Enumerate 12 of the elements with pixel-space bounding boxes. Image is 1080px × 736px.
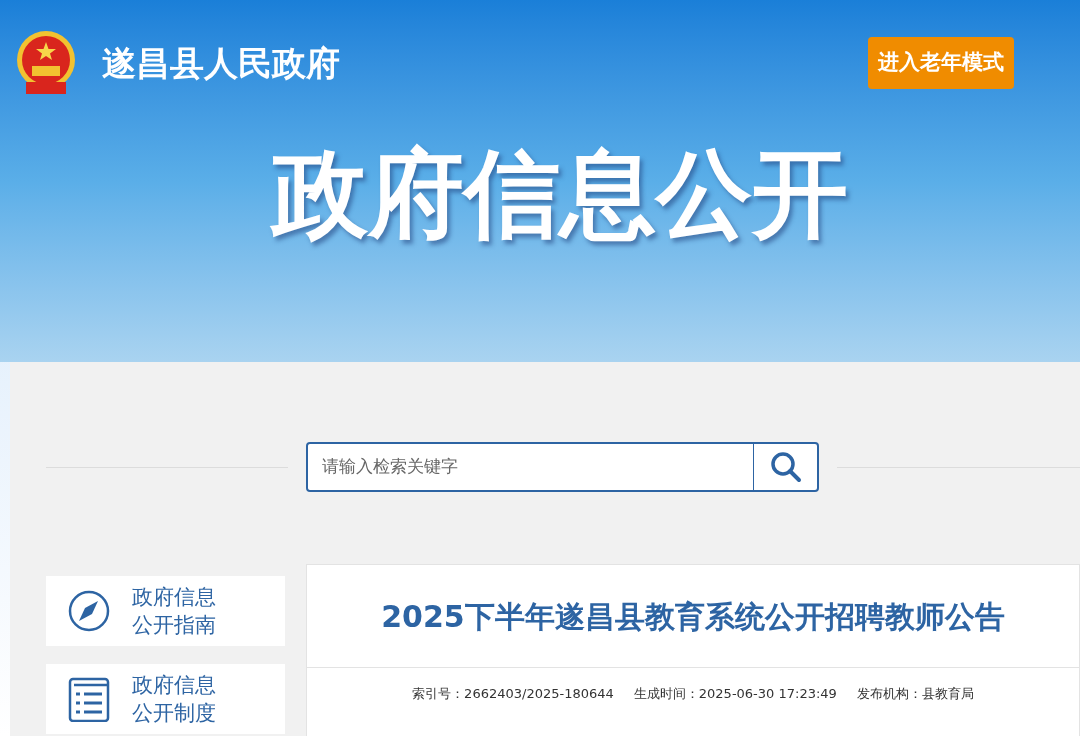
- sidebar-link[interactable]: 政府信息 公开制度: [46, 664, 285, 734]
- emblem-icon: [16, 30, 76, 96]
- site-name: 遂昌县人民政府: [102, 41, 340, 85]
- sidebar-link[interactable]: 政府信息 公开指南: [46, 576, 285, 646]
- document-list-icon: [68, 676, 110, 722]
- compass-icon: [68, 590, 110, 632]
- article-meta: 索引号：2662403/2025-180644: [412, 685, 614, 703]
- article-meta: 生成时间：2025-06-30 17:23:49: [633, 685, 837, 703]
- search-bar[interactable]: 请输入检索关键字: [306, 442, 819, 492]
- search-icon: [769, 451, 802, 483]
- article-title: 2025下半年遂昌县教育系统公开招聘教师公告: [381, 597, 1005, 636]
- article-meta: 发布机构：县教育局: [856, 685, 974, 703]
